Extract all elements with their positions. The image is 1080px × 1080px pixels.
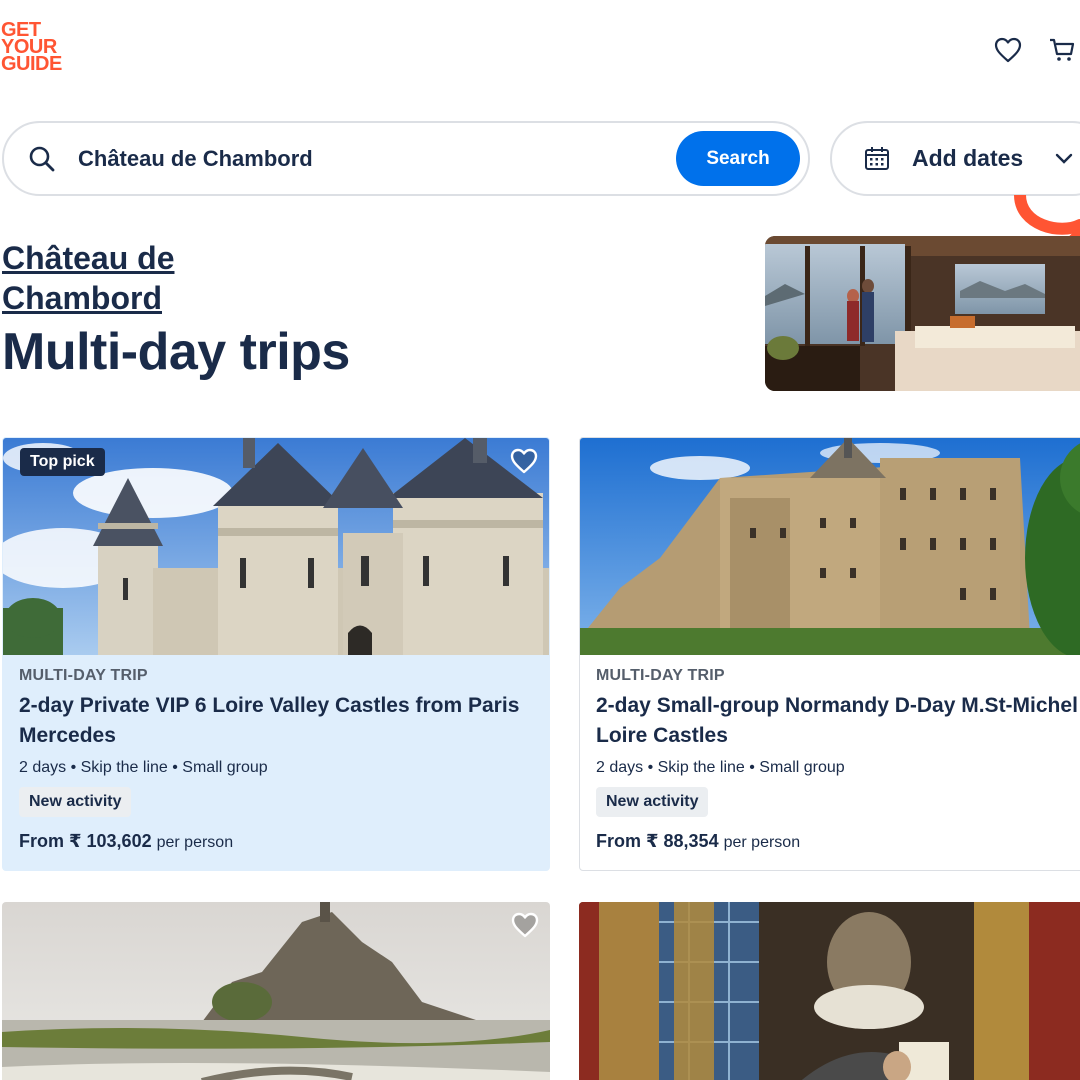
activity-card[interactable]: MULTI-DAY TRIP 2-day Small-group Normand… bbox=[579, 437, 1080, 871]
add-dates-button[interactable]: Add dates bbox=[830, 121, 1080, 196]
activity-meta: 2 days • Skip the line • Small group bbox=[19, 759, 268, 776]
price-unit: per person bbox=[723, 834, 801, 851]
heart-icon bbox=[511, 912, 539, 938]
activity-image: Top pick bbox=[3, 438, 549, 655]
wishlist-toggle[interactable] bbox=[509, 446, 539, 476]
activity-category: MULTI-DAY TRIP bbox=[596, 667, 725, 684]
chevron-down-icon bbox=[1055, 153, 1073, 164]
activity-image bbox=[579, 902, 1080, 1080]
price-unit: per person bbox=[156, 834, 234, 851]
wishlist-toggle[interactable] bbox=[510, 910, 540, 940]
header-actions bbox=[990, 34, 1080, 66]
activity-price: From ₹ 103,602 per person bbox=[19, 831, 533, 852]
top-pick-badge: Top pick bbox=[20, 448, 105, 476]
search-bar[interactable]: Château de Chambord Search bbox=[2, 121, 810, 196]
price-amount: From ₹ 103,602 bbox=[19, 831, 152, 851]
activity-image bbox=[580, 438, 1080, 655]
search-icon bbox=[29, 146, 55, 171]
price-amount: From ₹ 88,354 bbox=[596, 831, 719, 851]
heart-icon bbox=[510, 448, 538, 474]
activity-card[interactable] bbox=[2, 902, 550, 1080]
page-title: Multi-day trips bbox=[2, 323, 350, 381]
activity-title[interactable]: 2-day Private VIP 6 Loire Valley Castles… bbox=[19, 691, 533, 751]
activity-image bbox=[2, 902, 550, 1080]
search-input[interactable]: Château de Chambord bbox=[78, 146, 676, 172]
activity-price: From ₹ 88,354 per person bbox=[596, 831, 1080, 852]
add-dates-label: Add dates bbox=[912, 145, 1024, 171]
new-activity-badge: New activity bbox=[19, 787, 132, 817]
logo-line-3: GUIDE bbox=[1, 53, 62, 75]
calendar-icon bbox=[865, 146, 889, 170]
new-activity-badge: New activity bbox=[596, 787, 709, 817]
wishlist-button[interactable] bbox=[990, 34, 1026, 66]
location-link[interactable]: Château de Chambord bbox=[2, 238, 252, 318]
activity-title[interactable]: 2-day Small-group Normandy D-Day M.St-Mi… bbox=[596, 691, 1080, 751]
activity-meta: 2 days • Skip the line • Small group bbox=[596, 759, 845, 776]
search-button[interactable]: Search bbox=[676, 131, 800, 186]
getyourguide-logo[interactable]: GET YOUR GUIDE bbox=[1, 20, 81, 75]
cart-icon bbox=[1050, 38, 1075, 61]
hero-image bbox=[765, 236, 1080, 391]
activity-card[interactable]: Top pick MULTI-DAY TRIP 2-day Private VI… bbox=[2, 437, 550, 871]
cart-button[interactable] bbox=[1044, 34, 1080, 66]
activity-category: MULTI-DAY TRIP bbox=[19, 667, 148, 684]
activity-card[interactable] bbox=[579, 902, 1080, 1080]
heart-icon bbox=[994, 37, 1022, 63]
